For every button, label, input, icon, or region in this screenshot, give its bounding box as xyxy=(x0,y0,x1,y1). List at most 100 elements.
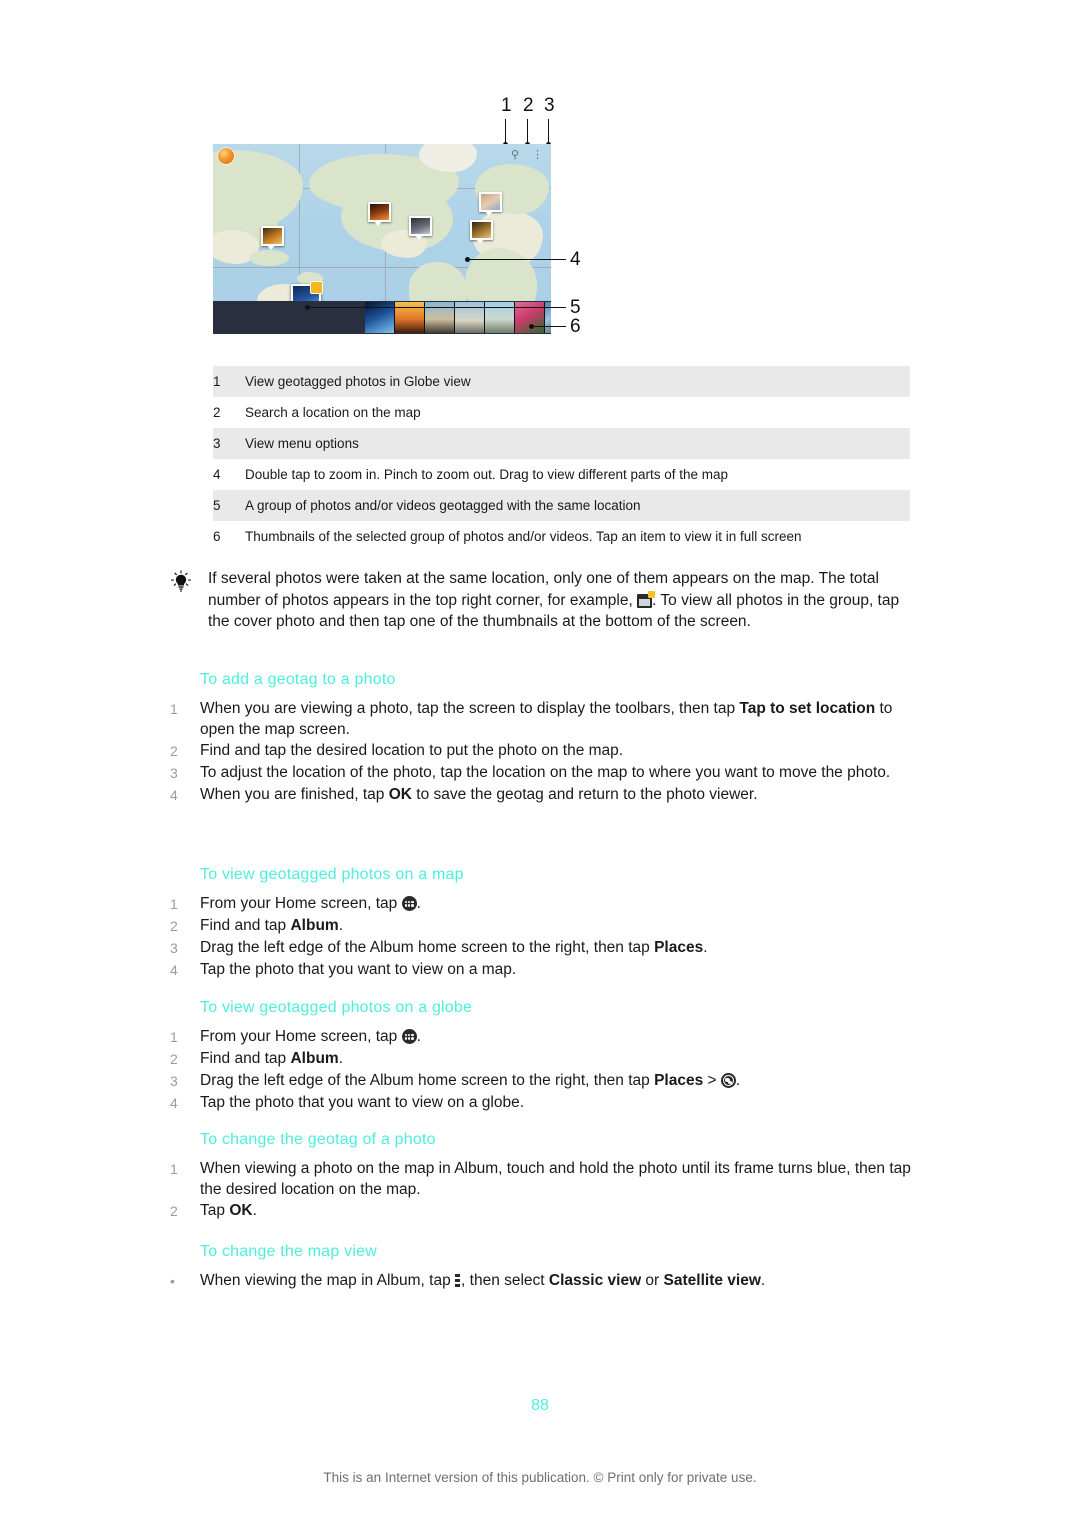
step-text-bold: Places xyxy=(654,1072,704,1089)
step-text-bold: Places xyxy=(654,939,704,956)
map-photo-pin[interactable] xyxy=(470,220,493,244)
table-row: 2 Search a location on the map xyxy=(213,397,910,428)
step-marker: 3 xyxy=(170,940,178,956)
step-text-before: From your Home screen, tap xyxy=(200,895,402,912)
step-text: Find and tap Album. xyxy=(200,1048,930,1070)
tip-callout: If several photos were taken at the same… xyxy=(170,568,910,633)
list-item: 1 When viewing a photo on the map in Alb… xyxy=(170,1158,930,1200)
callout-number-1: 1 xyxy=(501,95,512,116)
album-map-figure: 1 2 3 ⚲ ⋮ 4 5 6 xyxy=(213,96,583,341)
step-text-after: . xyxy=(735,1072,741,1089)
section-heading: To view geotagged photos on a globe xyxy=(200,999,473,1016)
step-text: When you are viewing a photo, tap the sc… xyxy=(200,698,930,740)
photo-count-icon xyxy=(637,590,656,608)
list-item: 4 Tap the photo that you want to view on… xyxy=(170,959,930,981)
table-row: 5 A group of photos and/or videos geotag… xyxy=(213,490,910,521)
step-text-before: When you are viewing a photo, tap the sc… xyxy=(200,700,740,717)
step-text: Tap the photo that you want to view on a… xyxy=(200,1094,525,1111)
callout-number-2: 2 xyxy=(523,95,534,116)
callout-number-6: 6 xyxy=(570,316,581,337)
step-text-before: When you are finished, tap xyxy=(200,786,389,803)
step-list: 1 From your Home screen, tap . 2 Find an… xyxy=(170,1026,930,1114)
step-text-after: . xyxy=(703,939,708,956)
key-text: Double tap to zoom in. Pinch to zoom out… xyxy=(245,467,729,482)
key-text: View geotagged photos in Globe view xyxy=(245,374,471,389)
list-item: 2 Find and tap Album. xyxy=(170,1048,930,1070)
step-text-before: Tap xyxy=(200,1202,230,1219)
globe-icon xyxy=(720,1073,736,1088)
step-text-before: Find and tap xyxy=(200,917,291,934)
step-marker: 2 xyxy=(170,1051,178,1067)
key-number: 1 xyxy=(213,374,221,389)
step-text-after: . xyxy=(338,917,344,934)
step-text-after: . xyxy=(416,1028,421,1045)
step-text: When viewing the map in Album, tap , the… xyxy=(200,1270,930,1292)
menu-icon[interactable]: ⋮ xyxy=(532,148,543,161)
footer-note: This is an Internet version of this publ… xyxy=(323,1470,757,1485)
list-item: 2 Tap OK. xyxy=(170,1200,930,1222)
step-list: 1 When viewing a photo on the map in Alb… xyxy=(170,1158,930,1222)
step-marker: 4 xyxy=(170,787,178,803)
step-text-mid: , then select xyxy=(461,1272,549,1289)
step-text-after: . xyxy=(760,1272,766,1289)
step-text-before: Drag the left edge of the Album home scr… xyxy=(200,939,655,956)
step-list: 1 When you are viewing a photo, tap the … xyxy=(170,698,930,806)
page-number: 88 xyxy=(531,1397,549,1414)
list-item: • When viewing the map in Album, tap , t… xyxy=(170,1270,930,1292)
table-row: 4 Double tap to zoom in. Pinch to zoom o… xyxy=(213,459,910,490)
table-row: 3 View menu options xyxy=(213,428,910,459)
step-text-after: . xyxy=(416,895,421,912)
step-marker: 3 xyxy=(170,765,178,781)
list-item: 3 Drag the left edge of the Album home s… xyxy=(170,1070,930,1092)
step-marker: 1 xyxy=(170,896,178,912)
globe-icon[interactable] xyxy=(218,148,234,164)
app-drawer-icon xyxy=(401,896,417,911)
list-item: 4 Tap the photo that you want to view on… xyxy=(170,1092,930,1114)
key-number: 6 xyxy=(213,529,221,544)
step-text: To adjust the location of the photo, tap… xyxy=(200,764,891,781)
step-text-before: When viewing the map in Album, tap xyxy=(200,1272,456,1289)
app-drawer-icon xyxy=(401,1029,417,1044)
section-heading: To add a geotag to a photo xyxy=(200,671,396,688)
step-text: Drag the left edge of the Album home scr… xyxy=(200,937,930,959)
map-photo-pin[interactable] xyxy=(479,192,502,216)
section-change-map-view: To change the map view • When viewing th… xyxy=(170,1243,930,1292)
list-item: 1 From your Home screen, tap . xyxy=(170,1026,930,1048)
list-item: 1 When you are viewing a photo, tap the … xyxy=(170,698,930,740)
section-view-on-map: To view geotagged photos on a map 1 From… xyxy=(170,866,930,981)
section-heading: To view geotagged photos on a map xyxy=(200,866,464,883)
callout-leader-3 xyxy=(548,119,549,144)
step-text: From your Home screen, tap . xyxy=(200,1026,930,1048)
step-text: Tap the photo that you want to view on a… xyxy=(200,961,517,978)
step-text-bold: OK xyxy=(388,786,412,803)
callout-leader-1 xyxy=(505,119,506,144)
step-text: From your Home screen, tap . xyxy=(200,893,930,915)
key-number: 4 xyxy=(213,467,221,482)
step-text-bold: Classic view xyxy=(548,1272,642,1289)
section-add-geotag: To add a geotag to a photo 1 When you ar… xyxy=(170,671,930,806)
menu-dots-icon xyxy=(455,1274,461,1287)
step-marker: 2 xyxy=(170,1203,178,1219)
step-text-after: to save the geotag and return to the pho… xyxy=(411,786,758,803)
map-photo-pin[interactable] xyxy=(409,216,432,240)
table-row: 6 Thumbnails of the selected group of ph… xyxy=(213,521,910,552)
step-marker: • xyxy=(170,1273,175,1289)
callout-number-5: 5 xyxy=(570,297,581,318)
search-icon[interactable]: ⚲ xyxy=(511,148,519,161)
step-text-bold: OK xyxy=(229,1202,253,1219)
key-number: 3 xyxy=(213,436,221,451)
map-photo-pin[interactable] xyxy=(368,202,391,226)
callout-number-4: 4 xyxy=(570,249,581,270)
key-number: 2 xyxy=(213,405,221,420)
step-text: Find and tap the desired location to put… xyxy=(200,742,624,759)
callout-leader-6 xyxy=(532,326,566,327)
step-marker: 2 xyxy=(170,743,178,759)
step-marker: 4 xyxy=(170,1095,178,1111)
list-item: 2 Find and tap Album. xyxy=(170,915,930,937)
map-screenshot: ⚲ ⋮ xyxy=(213,144,551,334)
map-photo-pin[interactable] xyxy=(261,226,284,250)
step-text-after: . xyxy=(338,1050,344,1067)
section-heading: To change the map view xyxy=(200,1243,377,1260)
list-item: 1 From your Home screen, tap . xyxy=(170,893,930,915)
tip-text: If several photos were taken at the same… xyxy=(208,568,910,633)
